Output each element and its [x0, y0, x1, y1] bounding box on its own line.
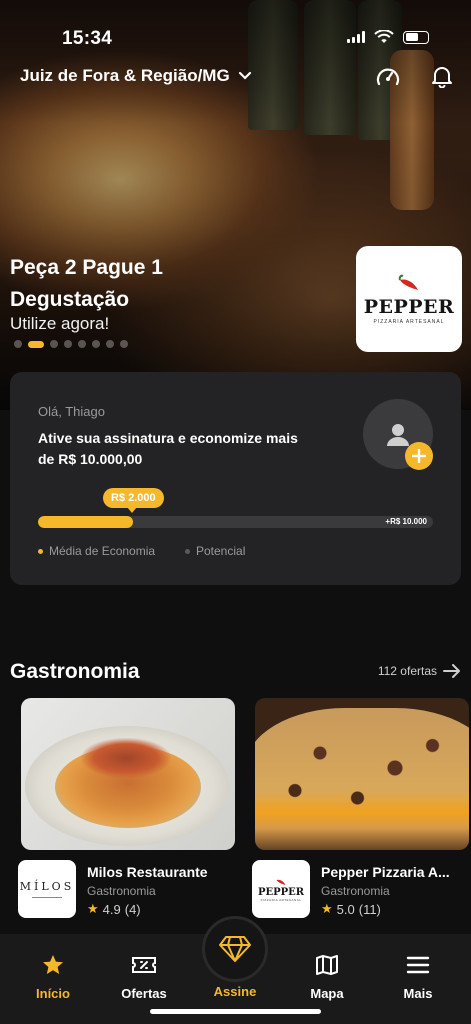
subscription-headline: Ative sua assinatura e economize mais de… [38, 430, 298, 467]
star-icon: ★ [87, 901, 99, 916]
offer-photo [21, 698, 235, 850]
offer-photo [255, 698, 469, 850]
speedometer-icon[interactable] [374, 62, 402, 90]
merchant-logo: PEPPER PIZZARIA ARTESANAL [252, 860, 310, 918]
tab-inicio[interactable]: Início [13, 952, 93, 1001]
offer-category: Gastronomia [321, 884, 390, 898]
bell-icon[interactable] [428, 62, 456, 90]
promo-title: Peça 2 Pague 1 Degustação [10, 256, 163, 311]
carousel-dot[interactable] [64, 340, 72, 348]
savings-max-label: +R$ 10.000 [385, 517, 427, 526]
menu-icon [405, 952, 431, 978]
promo-subtitle: Utilize agora! [10, 314, 110, 333]
star-icon: ★ [321, 901, 333, 916]
add-photo-button[interactable] [405, 442, 433, 470]
offer-category: Gastronomia [87, 884, 156, 898]
chili-pepper-icon [276, 879, 286, 885]
location-selector[interactable]: Juiz de Fora & Região/MG [20, 66, 252, 86]
carousel-dot[interactable] [92, 340, 100, 348]
offer-card[interactable]: PEPPER PIZZARIA ARTESANAL Pepper Pizzari… [252, 698, 469, 918]
wifi-icon [374, 30, 394, 43]
home-indicator[interactable] [150, 1009, 321, 1014]
diamond-icon [219, 936, 251, 962]
tab-mapa[interactable]: Mapa [287, 952, 367, 1001]
assine-highlight[interactable] [202, 916, 268, 982]
offer-rating: ★ 4.9 (4) [87, 901, 141, 917]
plus-icon [412, 449, 426, 463]
logo-wordmark: PEPPER [363, 295, 455, 318]
savings-card[interactable]: Olá, Thiago Ative sua assinatura e econo… [10, 372, 461, 585]
offer-rating: ★ 5.0 (11) [321, 901, 381, 917]
arrow-right-icon [443, 664, 460, 678]
tab-mais[interactable]: Mais [378, 952, 458, 1001]
location-label: Juiz de Fora & Região/MG [20, 66, 230, 85]
carousel-dot[interactable] [106, 340, 114, 348]
carousel-dot[interactable] [50, 340, 58, 348]
offer-card[interactable]: MÍLOS Milos Restaurante Gastronomia ★ 4.… [18, 698, 235, 918]
carousel-dot[interactable] [78, 340, 86, 348]
battery-icon [403, 30, 429, 44]
greeting-text: Olá, Thiago [38, 404, 105, 419]
offer-name: Pepper Pizzaria A... [321, 864, 450, 880]
status-bar: 15:34 [0, 22, 471, 52]
ticket-icon [131, 952, 157, 978]
signal-icon [347, 31, 365, 43]
merchant-logo[interactable]: PEPPER PIZZARIA ARTESANAL [356, 246, 462, 352]
section-title: Gastronomia [10, 660, 140, 683]
user-icon [387, 424, 409, 446]
star-icon [40, 952, 66, 978]
merchant-logo: MÍLOS [18, 860, 76, 918]
carousel-dot[interactable] [14, 340, 22, 348]
chili-pepper-icon [398, 274, 418, 290]
offer-name: Milos Restaurante [87, 864, 208, 880]
logo-tagline: PIZZARIA ARTESANAL [373, 318, 445, 325]
hero-banner[interactable]: 15:34 Juiz de Fora & Região/MG Peça 2 Pa… [0, 0, 471, 410]
carousel-dot[interactable] [120, 340, 128, 348]
savings-progress-fill [38, 516, 133, 528]
savings-progress-bar: +R$ 10.000 [38, 516, 433, 528]
tab-ofertas[interactable]: Ofertas [104, 952, 184, 1001]
see-all-offers-link[interactable]: 112 ofertas [378, 664, 461, 678]
map-icon [314, 952, 340, 978]
carousel-dots[interactable] [14, 340, 128, 348]
carousel-dot-active[interactable] [28, 340, 44, 348]
chevron-down-icon [238, 71, 251, 80]
current-savings-badge: R$ 2.000 [103, 488, 164, 513]
legend-average: Média de Economia [38, 544, 155, 558]
legend-potential: Potencial [185, 544, 245, 558]
tab-assine[interactable]: Assine [195, 984, 275, 999]
status-time: 15:34 [62, 28, 113, 49]
